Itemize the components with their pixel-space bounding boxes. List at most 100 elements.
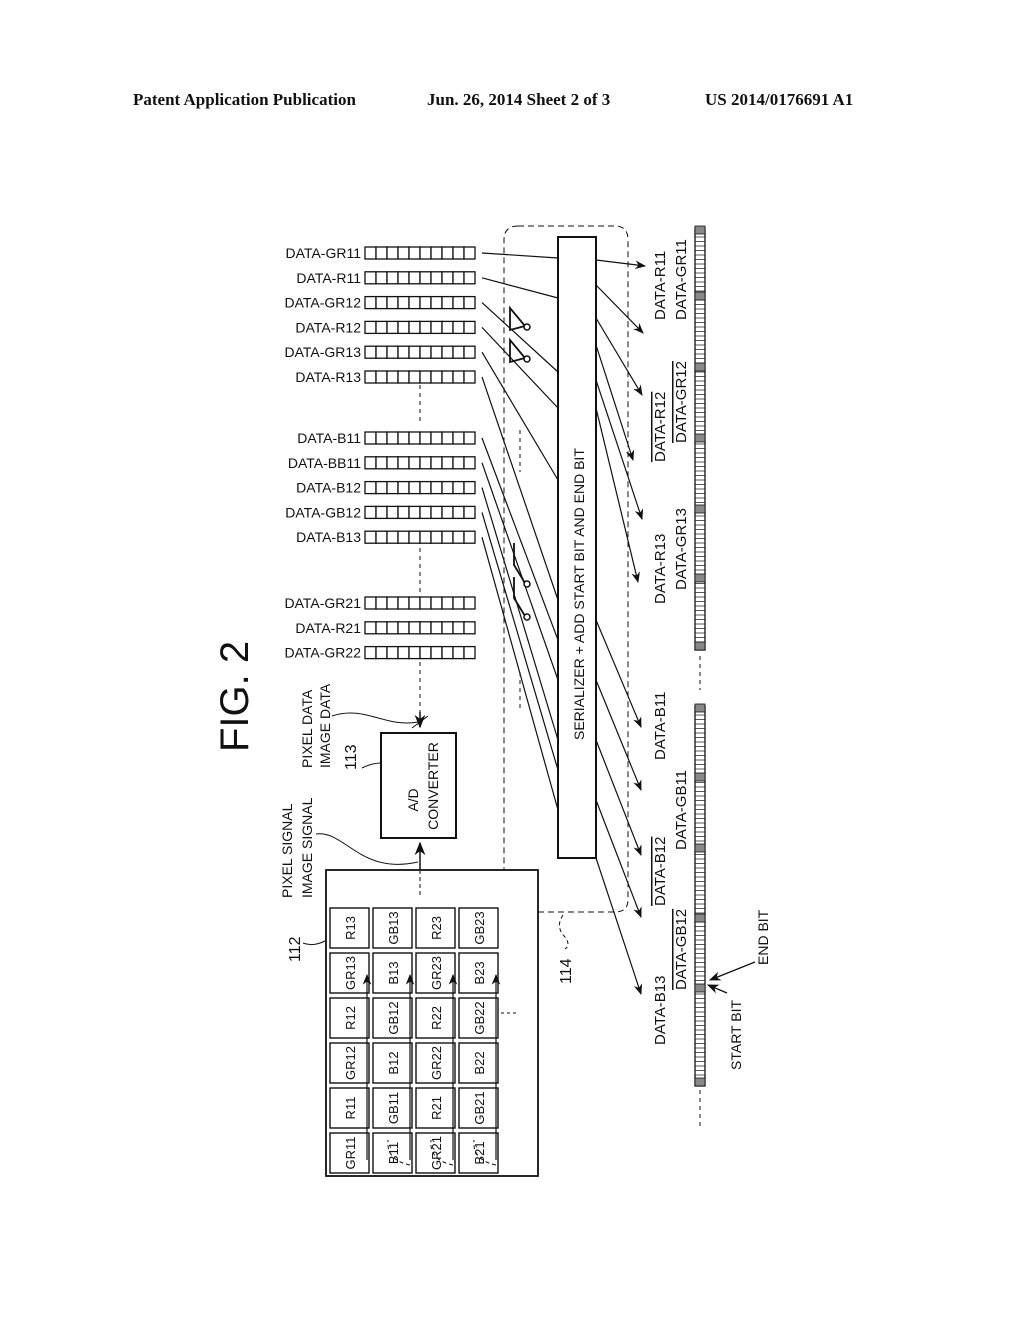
stream-label: DATA-B12 — [652, 837, 669, 906]
register-bit-cell — [441, 456, 454, 470]
register-bit-cell — [386, 505, 399, 520]
pixel-label: GR23 — [429, 956, 444, 990]
register-label: DATA-B13 — [296, 529, 361, 545]
register-bit-cell — [364, 596, 377, 610]
register-bit-cell — [386, 480, 399, 495]
register-bit-cell — [430, 505, 443, 520]
register-bit-cell — [364, 480, 377, 495]
register-bit-cell — [397, 480, 410, 495]
register-bit-cell — [397, 370, 410, 384]
register-label: DATA-GR21 — [285, 595, 362, 611]
register-bit-cell — [408, 530, 421, 544]
pixel-label: B21 — [472, 1141, 487, 1164]
register-bit-cell — [430, 370, 443, 384]
pixel-label: R23 — [429, 916, 444, 940]
register-bit-cell — [364, 320, 377, 335]
register-bit-cell — [375, 271, 388, 285]
register-bit-cell — [430, 271, 443, 285]
register-bit-cell — [452, 596, 465, 610]
image-signal-label: IMAGE SIGNAL — [299, 797, 315, 898]
register-bit-cell — [441, 645, 454, 660]
output-arrow — [595, 799, 642, 919]
output-arrow — [595, 619, 642, 728]
pixel-label: GR11 — [343, 1137, 358, 1170]
register-bit-cell — [397, 345, 410, 359]
register-bit-cell — [364, 345, 377, 359]
input-line — [481, 376, 559, 601]
register-bit-cell — [364, 505, 377, 520]
start-end-bit-marker — [694, 504, 706, 514]
register-bit-cell — [463, 345, 476, 359]
register-bit-cell — [441, 246, 454, 260]
register-bit-cell — [430, 645, 443, 660]
register-bit-cell — [452, 295, 465, 310]
register-bit-cell — [430, 621, 443, 635]
register-bit-cell — [419, 295, 432, 310]
register-bit-cell — [452, 621, 465, 635]
register-bit-cell — [419, 271, 432, 285]
register-bit-cell — [463, 456, 476, 470]
start-end-bit-marker — [694, 703, 706, 713]
register-bit-cell — [397, 456, 410, 470]
start-end-bit-marker — [694, 573, 706, 583]
register-bit-cell — [408, 246, 421, 260]
register-bit-cell — [397, 596, 410, 610]
stream-label: DATA-B11 — [652, 692, 669, 760]
register-bit-cell — [441, 596, 454, 610]
register-bit-cell — [419, 345, 432, 359]
output-arrow — [595, 379, 644, 521]
register-bit-cell — [419, 370, 432, 384]
register-bit-cell — [452, 480, 465, 495]
stream-label: DATA-GR11 — [673, 239, 690, 320]
register-bit-cell — [452, 320, 465, 335]
register-bit-cell — [364, 645, 377, 660]
register-bit-cell — [463, 320, 476, 335]
start-end-bit-marker — [694, 291, 706, 301]
register-bit-cell — [441, 370, 454, 384]
register-bit-cell — [386, 271, 399, 285]
pixel-label: B12 — [386, 1051, 401, 1074]
register-label: DATA-GR12 — [285, 295, 362, 311]
register-bit-cell — [364, 246, 377, 260]
start-end-bit-marker — [694, 983, 706, 993]
stream-label: DATA-R11 — [652, 251, 669, 320]
output-arrow — [595, 284, 644, 334]
register-bit-cell — [408, 295, 421, 310]
register-bit-cell — [430, 456, 443, 470]
register-bit-cell — [375, 456, 388, 470]
output-arrow — [595, 857, 643, 996]
start-end-bit-marker — [694, 843, 706, 853]
register-bit-cell — [397, 295, 410, 310]
pixel-label: R12 — [343, 1006, 358, 1030]
output-arrow — [595, 259, 647, 270]
serial-stream-bar — [694, 705, 706, 1087]
register-label: DATA-B12 — [296, 480, 361, 496]
register-bit-cell — [375, 621, 388, 635]
input-line — [481, 351, 559, 481]
register-bit-cell — [430, 480, 443, 495]
register-bit-cell — [397, 431, 410, 445]
register-bit-cell — [397, 320, 410, 335]
register-bit-cell — [441, 320, 454, 335]
register-label: DATA-R11 — [296, 270, 361, 286]
register-bit-cell — [408, 271, 421, 285]
register-bit-cell — [419, 431, 432, 445]
register-bit-cell — [364, 530, 377, 544]
start-end-bit-marker — [694, 641, 706, 651]
adc-label-2: CONVERTER — [425, 742, 441, 830]
register-label: DATA-GR11 — [286, 245, 362, 261]
register-bit-cell — [452, 505, 465, 520]
stream-label: DATA-R12 — [652, 392, 669, 462]
register-bit-cell — [375, 645, 388, 660]
stream-label: DATA-GR13 — [673, 508, 690, 590]
register-bit-cell — [463, 596, 476, 610]
register-bit-cell — [441, 345, 454, 359]
register-bit-cell — [408, 345, 421, 359]
pixel-label: B22 — [472, 1051, 487, 1074]
input-line — [481, 252, 559, 259]
input-line — [481, 487, 559, 741]
register-bit-cell — [375, 530, 388, 544]
register-bit-cell — [386, 530, 399, 544]
pixel-label: GB22 — [472, 1001, 487, 1034]
register-bit-cell — [375, 480, 388, 495]
